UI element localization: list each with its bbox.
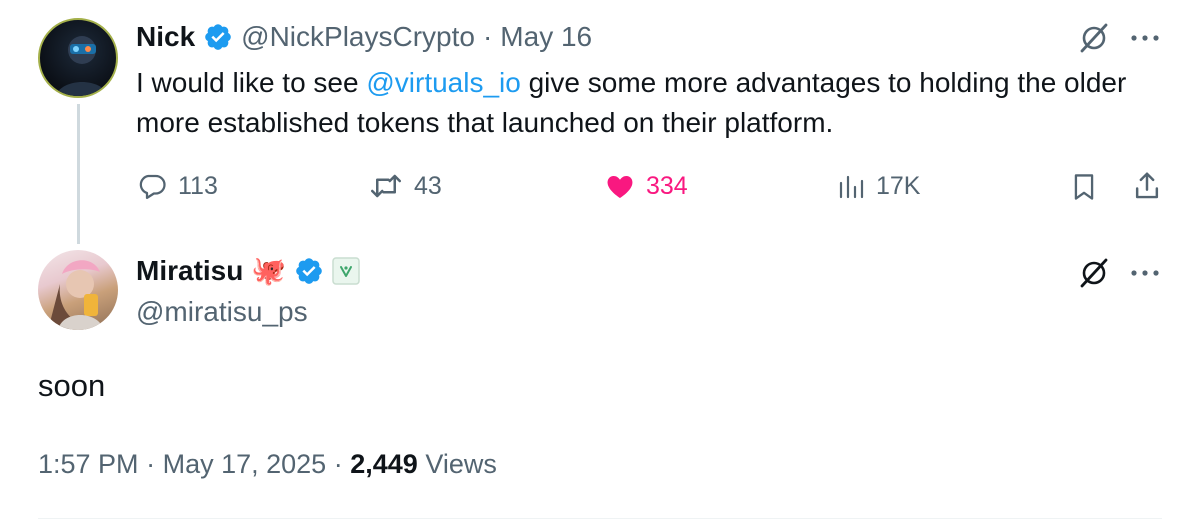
reply-icon xyxy=(136,171,168,201)
views-count: 2,449 xyxy=(350,449,418,479)
reply-text: soon xyxy=(38,368,106,403)
octopus-emoji: 🐙 xyxy=(251,255,287,286)
repost-count: 43 xyxy=(414,171,442,200)
author-name[interactable]: Nick xyxy=(136,21,195,53)
reply-count: 113 xyxy=(178,171,218,200)
reply-tweet-header: Miratisu 🐙 xyxy=(136,254,360,287)
divider xyxy=(38,518,1162,519)
verified-badge-icon xyxy=(294,256,324,286)
author-handle[interactable]: @NickPlaysCrypto xyxy=(241,21,475,53)
avatar-miratisu[interactable] xyxy=(38,250,118,330)
thread-connector-line xyxy=(77,104,80,244)
mention-link[interactable]: @virtuals_io xyxy=(366,67,520,98)
tweet-date[interactable]: May 16 xyxy=(500,21,592,53)
avatar-nick[interactable] xyxy=(38,18,118,98)
tweet-text: I would like to see @virtuals_io give so… xyxy=(136,67,1127,138)
affiliate-badge-icon[interactable] xyxy=(332,256,360,285)
grok-icon[interactable] xyxy=(1078,257,1110,289)
heart-icon xyxy=(604,171,636,201)
repost-button[interactable]: 43 xyxy=(368,171,442,201)
share-icon[interactable] xyxy=(1132,170,1162,202)
author-handle[interactable]: @miratisu_ps xyxy=(136,296,308,328)
views-button[interactable]: 17K xyxy=(838,171,920,201)
views-count: 17K xyxy=(876,171,921,200)
more-icon[interactable] xyxy=(1130,269,1160,277)
repost-icon xyxy=(368,171,404,201)
more-icon[interactable] xyxy=(1130,34,1160,42)
views-label: Views xyxy=(425,449,497,479)
tweet-timestamp-row: 1:57 PM · May 17, 2025 · 2,449 Views xyxy=(38,449,497,479)
tweet-full-date[interactable]: May 17, 2025 xyxy=(163,449,327,479)
author-name[interactable]: Miratisu xyxy=(136,255,243,287)
tweet-time[interactable]: 1:57 PM xyxy=(38,449,139,479)
like-count: 334 xyxy=(646,171,688,200)
views-icon xyxy=(838,171,866,201)
reply-button[interactable]: 113 xyxy=(136,171,218,201)
bookmark-icon[interactable] xyxy=(1070,172,1098,202)
grok-icon[interactable] xyxy=(1078,22,1110,54)
verified-badge-icon xyxy=(203,22,233,52)
like-button[interactable]: 334 xyxy=(604,171,688,201)
parent-tweet-header: Nick @NickPlaysCrypto · May 16 xyxy=(136,21,592,53)
separator: · xyxy=(482,21,493,52)
